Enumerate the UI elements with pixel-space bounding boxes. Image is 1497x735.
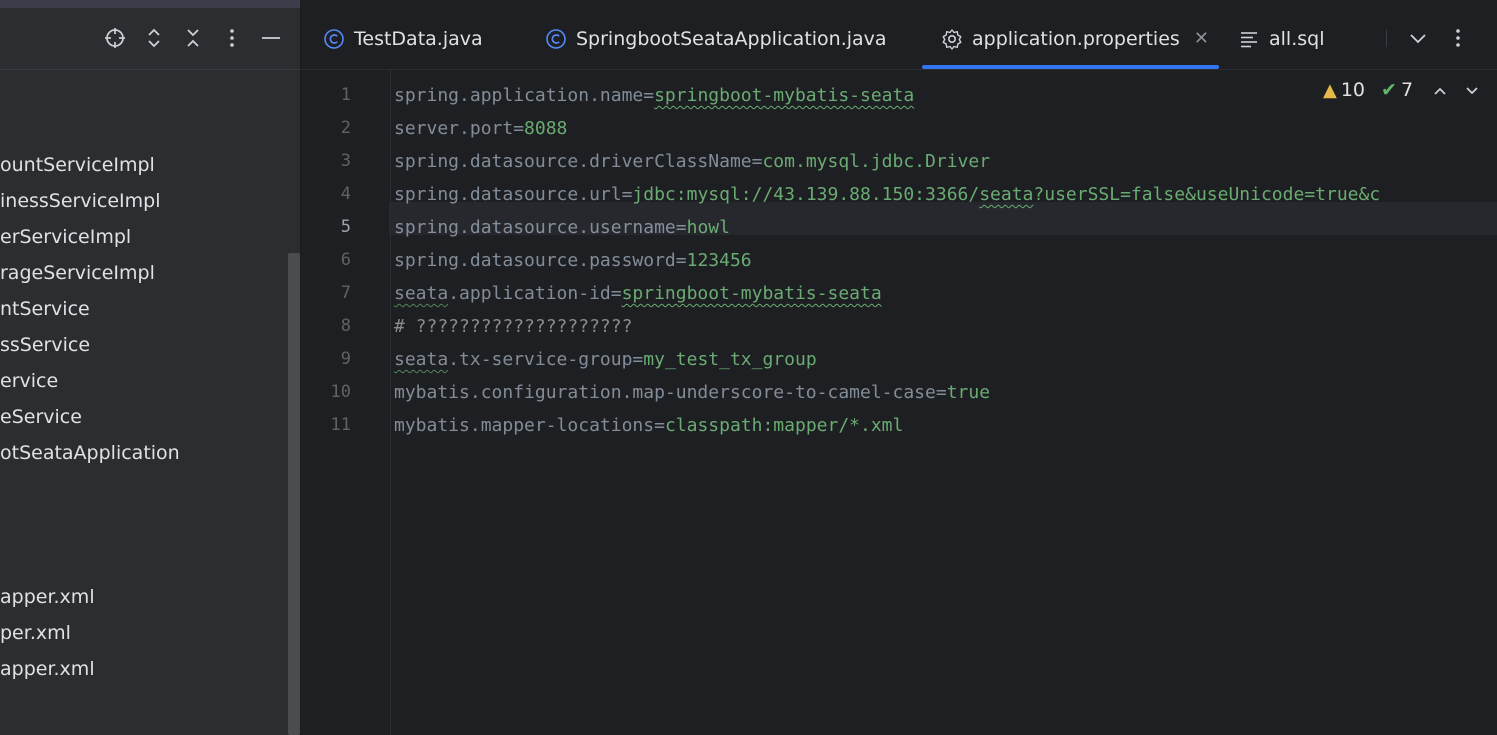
property-value: springboot-mybatis-seata — [654, 85, 915, 106]
sql-file-icon — [1238, 28, 1260, 50]
property-key: spring.datasource.url= — [394, 184, 633, 205]
code-line[interactable]: mybatis.configuration.map-underscore-to-… — [394, 376, 990, 409]
line-number[interactable]: 2 — [301, 112, 351, 145]
tree-item[interactable]: ervice — [0, 366, 58, 396]
settings-gear-icon — [941, 28, 963, 50]
tree-item[interactable]: ountServiceImpl — [0, 150, 155, 180]
project-tree[interactable]: ountServiceImpl inessServiceImpl erService… — [0, 70, 288, 735]
line-number[interactable]: 6 — [301, 244, 351, 277]
property-value: classpath:mapper/*.xml — [664, 415, 904, 436]
line-number[interactable]: 1 — [301, 79, 351, 112]
project-tool-window: ountServiceImpl inessServiceImpl erService… — [0, 8, 301, 735]
editor-area: TestData.java SpringbootSeataApplication… — [301, 8, 1497, 735]
code-line[interactable]: seata.tx-service-group=my_test_tx_group — [394, 343, 817, 376]
collapse-all-icon[interactable] — [181, 26, 205, 50]
property-value: 8088 — [524, 118, 568, 139]
next-highlight-chevron-down-icon[interactable] — [1465, 81, 1479, 100]
property-key: .application-id= — [448, 283, 622, 304]
code-line[interactable]: # ???????????????????? — [394, 310, 632, 343]
tree-scrollbar-thumb[interactable] — [288, 253, 300, 735]
expand-all-icon[interactable] — [142, 26, 166, 50]
tab-label: SpringbootSeataApplication.java — [576, 27, 887, 50]
tree-item[interactable]: ssService — [0, 330, 90, 360]
project-toolbar — [0, 8, 301, 69]
code-line[interactable]: spring.datasource.url=jdbc:mysql://43.13… — [394, 178, 1380, 211]
tab-testdata-java[interactable]: TestData.java — [323, 8, 483, 69]
code-line[interactable]: spring.application.name=springboot-mybat… — [394, 79, 914, 112]
tree-scrollbar[interactable] — [288, 253, 300, 735]
gutter-border — [390, 70, 391, 735]
line-number[interactable]: 4 — [301, 178, 351, 211]
tree-item[interactable]: apper.xml — [0, 582, 95, 612]
property-key: mybatis.configuration.map-underscore-to-… — [394, 382, 947, 403]
line-number[interactable]: 11 — [301, 409, 351, 442]
tree-item[interactable]: rageServiceImpl — [0, 258, 155, 288]
tab-separator — [1386, 29, 1387, 47]
tab-label: TestData.java — [354, 27, 483, 50]
property-key: spring.datasource.driverClassName= — [394, 151, 763, 172]
check-icon: ✔ — [1381, 79, 1397, 101]
tree-item[interactable]: otSeataApplication — [0, 438, 180, 468]
line-number[interactable]: 3 — [301, 145, 351, 178]
java-class-icon — [323, 28, 345, 50]
ok-count: 7 — [1400, 79, 1414, 101]
java-class-icon — [545, 28, 567, 50]
tree-item[interactable]: ntService — [0, 294, 90, 324]
comment-text: # ???????????????????? — [394, 316, 633, 337]
code-editor[interactable]: spring.application.name=springboot-mybat… — [394, 70, 1497, 735]
tree-item[interactable]: per.xml — [0, 618, 71, 648]
tab-more-options-icon[interactable] — [1446, 26, 1470, 50]
line-number[interactable]: 9 — [301, 343, 351, 376]
hide-panel-icon[interactable] — [259, 26, 283, 50]
tab-all-sql[interactable]: all.sql — [1238, 8, 1324, 69]
tab-application-properties[interactable]: application.properties ✕ — [941, 8, 1209, 69]
warning-icon: ▲ — [1323, 79, 1337, 101]
line-number[interactable]: 5 — [301, 211, 351, 244]
property-value: com.mysql.jdbc.Driver — [762, 151, 991, 172]
property-value: true — [946, 382, 991, 403]
property-value: springboot-mybatis-seata — [621, 283, 882, 304]
property-key: spring.application.name= — [394, 85, 655, 106]
warning-count: 10 — [1340, 79, 1366, 101]
line-number[interactable]: 10 — [301, 376, 351, 409]
property-value: 123456 — [686, 250, 752, 271]
property-value: howl — [686, 217, 730, 238]
tab-list-chevron-down-icon[interactable] — [1406, 26, 1430, 50]
tab-label: all.sql — [1269, 27, 1325, 50]
property-key-misspelled: seata — [394, 283, 449, 304]
code-line[interactable]: server.port=8088 — [394, 112, 567, 145]
tab-springbootseataapplication-java[interactable]: SpringbootSeataApplication.java — [545, 8, 887, 69]
code-line[interactable]: seata.application-id=springboot-mybatis-… — [394, 277, 882, 310]
inspection-widget[interactable]: ▲ 10 ✔ 7 — [1323, 76, 1479, 104]
line-number-gutter[interactable]: 1 2 3 4 5 6 7 8 9 10 11 — [301, 70, 389, 735]
property-key: mybatis.mapper-locations= — [394, 415, 665, 436]
property-key: server.port= — [394, 118, 525, 139]
more-options-icon[interactable] — [220, 26, 244, 50]
title-strip — [0, 0, 300, 8]
tab-label: application.properties — [972, 27, 1180, 50]
property-value-misspelled: seata — [979, 184, 1034, 205]
line-number[interactable]: 8 — [301, 310, 351, 343]
property-key: spring.datasource.username= — [394, 217, 687, 238]
close-tab-icon[interactable]: ✕ — [1194, 28, 1209, 49]
property-value: jdbc:mysql://43.139.88.150:3366/ — [632, 184, 980, 205]
tree-item[interactable]: eService — [0, 402, 82, 432]
code-line[interactable]: mybatis.mapper-locations=classpath:mappe… — [394, 409, 903, 442]
previous-highlight-chevron-up-icon[interactable] — [1433, 81, 1447, 100]
line-number[interactable]: 7 — [301, 277, 351, 310]
property-key: spring.datasource.password= — [394, 250, 687, 271]
tree-item[interactable]: inessServiceImpl — [0, 186, 160, 216]
code-line[interactable]: spring.datasource.password=123456 — [394, 244, 752, 277]
property-key-misspelled: seata — [394, 349, 449, 370]
property-value: ?userSSL=false&useUnicode=true&c — [1033, 184, 1381, 205]
code-line[interactable]: spring.datasource.driverClassName=com.my… — [394, 145, 990, 178]
editor-tab-bar: TestData.java SpringbootSeataApplication… — [301, 8, 1497, 69]
tree-item[interactable]: erServiceImpl — [0, 222, 131, 252]
locate-crosshair-icon[interactable] — [103, 26, 127, 50]
tree-item[interactable]: apper.xml — [0, 654, 95, 684]
property-value: my_test_tx_group — [643, 349, 817, 370]
property-key: .tx-service-group= — [448, 349, 644, 370]
code-line[interactable]: spring.datasource.username=howl — [394, 211, 730, 244]
